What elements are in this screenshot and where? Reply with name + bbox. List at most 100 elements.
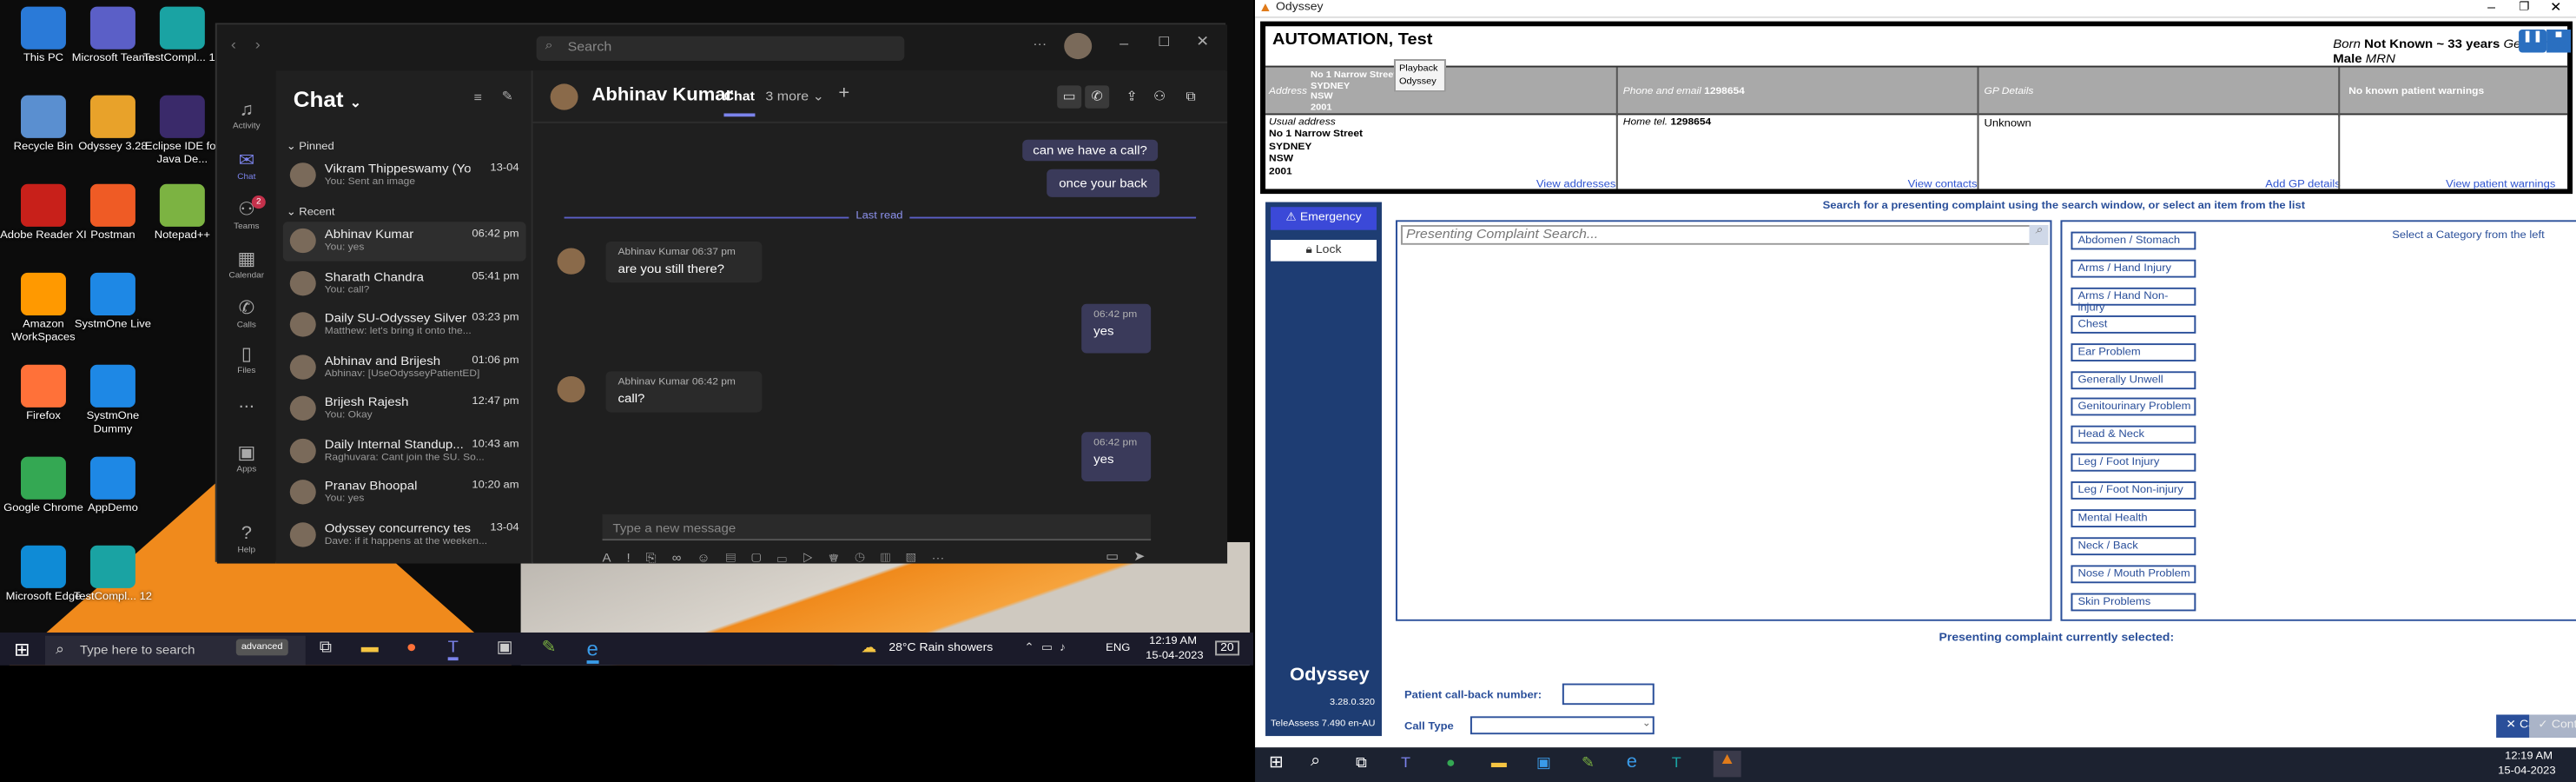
chat-list-item[interactable]: Abhinav Kumar 06:42 pm You: yes — [282, 222, 526, 262]
chart-icon[interactable]: ▥ — [881, 550, 906, 565]
forward-arrow-icon[interactable]: › — [255, 36, 261, 53]
complaint-search-input[interactable]: Presenting Complaint Search... ⌕ — [1400, 225, 2049, 245]
search-icon[interactable]: ⌕ — [1311, 752, 1320, 771]
add-gp-link[interactable]: Add GP details — [2265, 179, 2340, 190]
chat-list-item[interactable]: Vikram Thippeswamy (Yo... 13-04 You: Sent … — [283, 156, 526, 196]
recent-header[interactable]: ⌄ Recent — [287, 205, 335, 218]
rail-teams[interactable]: ⚇ Teams 2 — [217, 196, 276, 232]
clock-date[interactable]: 15-04-2023 — [2498, 765, 2555, 777]
search-icon[interactable]: ⌕ — [2029, 225, 2049, 245]
file-explorer-icon[interactable]: ▬ — [1491, 754, 1507, 771]
rail-chat[interactable]: ✉ Chat — [217, 149, 276, 182]
taskbar-search[interactable]: ⌕ Type here to search advanced — [44, 635, 306, 666]
notification-center-icon[interactable]: 20 — [1215, 640, 1239, 656]
gif-icon[interactable]: ▤ — [726, 550, 751, 565]
audio-call-icon[interactable]: ✆ — [1085, 85, 1110, 109]
tab-more[interactable]: 3 more ⌄ — [765, 89, 824, 103]
ie-icon[interactable]: e — [1627, 752, 1637, 772]
minimize-icon[interactable]: – — [2487, 0, 2495, 15]
category-button[interactable]: Arms / Hand Non-injury — [2071, 287, 2196, 314]
testcomplete-icon[interactable]: T — [1672, 754, 1681, 771]
attach-icon[interactable]: ⎘ — [646, 550, 672, 565]
rail-help[interactable]: ? Help — [217, 524, 276, 555]
close-icon[interactable]: ✕ — [2550, 0, 2561, 15]
clock-time[interactable]: 12:19 AM — [1149, 636, 1197, 647]
rail-files[interactable]: ▯ Files — [217, 343, 276, 376]
priority-icon[interactable]: ! — [627, 550, 646, 565]
sticker-icon[interactable]: ▢ — [751, 550, 776, 565]
compose-input[interactable]: Type a new message — [602, 514, 1152, 541]
rail-apps[interactable]: ▣ Apps — [217, 442, 276, 475]
category-button[interactable]: Arms / Hand Injury — [2071, 259, 2196, 278]
desktop-icon[interactable]: SystmOne Dummy — [66, 364, 160, 435]
notepad-plus-icon[interactable]: ✎ — [1582, 754, 1595, 772]
rail-activity[interactable]: ♫ Activity — [217, 100, 276, 131]
category-button[interactable]: Skin Problems — [2071, 592, 2196, 611]
windows-start-icon[interactable]: ⊞ — [14, 640, 30, 660]
maximize-icon[interactable]: ☐ — [1158, 35, 1170, 50]
chat-list-item[interactable]: Sharath Chandra 05:41 pm You: call? — [283, 263, 526, 302]
pinned-header[interactable]: ⌄ Pinned — [287, 140, 334, 153]
desktop-icon[interactable]: SystmOne Live — [66, 272, 160, 331]
emergency-button[interactable]: ⚠ Emergency — [1271, 207, 1377, 230]
chrome-icon[interactable]: ● — [1446, 754, 1456, 771]
more-icon[interactable]: ⋯ — [932, 550, 961, 565]
chat-list-item[interactable]: Odyssey concurrency tes... 13-04 Dave: if … — [283, 515, 526, 554]
chat-list-item[interactable]: Pranav Bhoopal 10:20 am You: yes — [283, 474, 526, 513]
category-button[interactable]: Leg / Foot Injury — [2071, 454, 2196, 473]
chat-list-item[interactable]: Daily Internal Standup... 10:43 am Raghuva… — [283, 431, 526, 470]
windows-start-icon[interactable]: ⊞ — [1269, 754, 1284, 772]
search-input[interactable]: ⌕ Search — [536, 36, 905, 61]
clock-date[interactable]: 15-04-2023 — [1146, 651, 1203, 662]
category-button[interactable]: Leg / Foot Non-injury — [2071, 481, 2196, 500]
rail-calendar[interactable]: ▦ Calendar — [217, 249, 276, 281]
share-screen-icon[interactable]: ⇪ — [1120, 85, 1144, 108]
chat-list-item[interactable]: Brijesh Rajesh 12:47 pm You: Okay — [283, 389, 526, 428]
playback-pause-icon[interactable]: ❚❚ — [2519, 30, 2547, 53]
restore-icon[interactable]: ❐ — [2519, 0, 2530, 13]
task-view-icon[interactable]: ⧉ — [1356, 754, 1367, 772]
category-button[interactable]: Genitourinary Problem — [2071, 398, 2196, 417]
back-arrow-icon[interactable]: ‹ — [231, 36, 236, 53]
category-button[interactable]: Chest — [2071, 315, 2196, 334]
category-button[interactable]: Head & Neck — [2071, 426, 2196, 445]
clock-time[interactable]: 12:19 AM — [2505, 751, 2553, 762]
callback-number-input[interactable] — [1562, 683, 1655, 706]
task-view-icon[interactable]: ⧉ — [320, 640, 332, 658]
notepad-plus-icon[interactable]: ✎ — [542, 640, 557, 658]
more-options-icon[interactable]: ··· — [1033, 36, 1047, 51]
send-later-icon[interactable]: ▷ — [803, 550, 829, 565]
emoji-icon[interactable]: ☺ — [697, 550, 725, 565]
app-icon[interactable]: ▣ — [497, 640, 513, 658]
new-chat-icon[interactable]: ✎ — [502, 89, 513, 103]
language-indicator[interactable]: ENG — [1106, 642, 1130, 653]
ie-icon[interactable]: e — [586, 638, 598, 664]
continue-button[interactable]: ✓ Continue — [2529, 714, 2576, 738]
record-video-icon[interactable]: ▭ — [1106, 549, 1119, 564]
view-addresses-link[interactable]: View addresses — [1536, 179, 1616, 190]
odyssey-icon[interactable]: ▲ — [1713, 751, 1741, 778]
loop-icon[interactable]: ∞ — [672, 550, 697, 565]
category-button[interactable]: Ear Problem — [2071, 342, 2196, 361]
rail-more[interactable]: ... — [217, 393, 276, 414]
add-tab-button[interactable]: + — [838, 83, 849, 103]
category-button[interactable]: Nose / Mouth Problem — [2071, 565, 2196, 583]
format-icon[interactable]: A — [603, 550, 627, 565]
view-contacts-link[interactable]: View contacts — [1908, 179, 1978, 190]
category-button[interactable]: Neck / Back — [2071, 537, 2196, 555]
schedule-icon[interactable]: ◷ — [855, 550, 881, 565]
category-button[interactable]: Generally Unwell — [2071, 370, 2196, 389]
filter-icon[interactable]: ≡ — [474, 90, 482, 105]
avatar[interactable] — [1064, 32, 1093, 60]
chat-list-item[interactable]: Abhinav and Brijesh 01:06 pm Abhinav: [Use… — [283, 348, 526, 387]
desktop-icon[interactable]: TestCompl... 12 — [66, 545, 160, 604]
chat-list-item[interactable]: Daily SU-Odyssey Silver 03:23 pm Matthew: … — [283, 306, 526, 345]
weather-text[interactable]: 28°C Rain showers — [888, 642, 993, 653]
playback-stop-icon[interactable]: ■ — [2546, 30, 2572, 53]
calltype-select[interactable]: ⌄ — [1470, 716, 1655, 735]
send-icon[interactable]: ➤ — [1133, 549, 1145, 564]
firefox-icon[interactable]: ● — [406, 640, 417, 658]
rail-calls[interactable]: ✆ Calls — [217, 297, 276, 330]
approval-icon[interactable]: ▧ — [906, 550, 931, 565]
view-warnings-link[interactable]: View patient warnings — [2446, 179, 2555, 190]
